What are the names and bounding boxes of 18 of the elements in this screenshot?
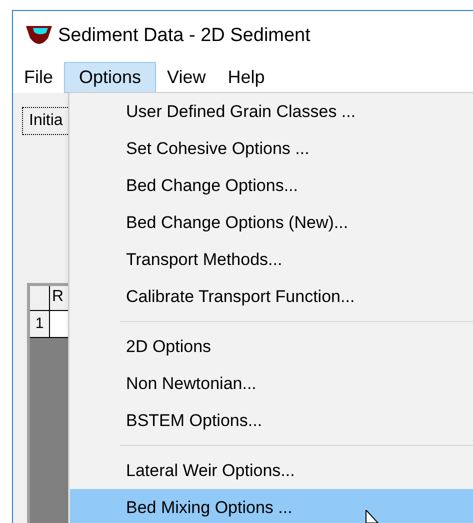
mouse-pointer-icon (365, 510, 379, 523)
menu-item[interactable]: Non Newtonian... (70, 365, 473, 402)
menu-item[interactable]: BSTEM Options... (70, 402, 473, 439)
menu-item[interactable]: Bed Change Options... (70, 167, 473, 204)
menu-item[interactable]: Bed Mixing Options ... (70, 489, 473, 523)
tab-button[interactable]: Initia (22, 107, 70, 135)
menu-bar-item[interactable]: File (13, 62, 64, 92)
menu-item[interactable]: Set Cohesive Options ... (70, 130, 473, 167)
menu-item[interactable]: User Defined Grain Classes ... (70, 93, 473, 130)
menu-item[interactable]: Lateral Weir Options... (70, 452, 473, 489)
window-title: Sediment Data - 2D Sediment (58, 24, 310, 48)
menu-item[interactable]: 2D Options (70, 328, 473, 365)
menu-bar-item[interactable]: Options (64, 62, 156, 92)
menu-item[interactable]: Bed Change Options (New)... (70, 204, 473, 241)
menu-item[interactable]: Transport Methods... (70, 241, 473, 278)
menu-bar-item[interactable]: View (156, 62, 217, 92)
menu-bar-item[interactable]: Help (216, 62, 276, 92)
row-header: 1 (30, 311, 50, 338)
